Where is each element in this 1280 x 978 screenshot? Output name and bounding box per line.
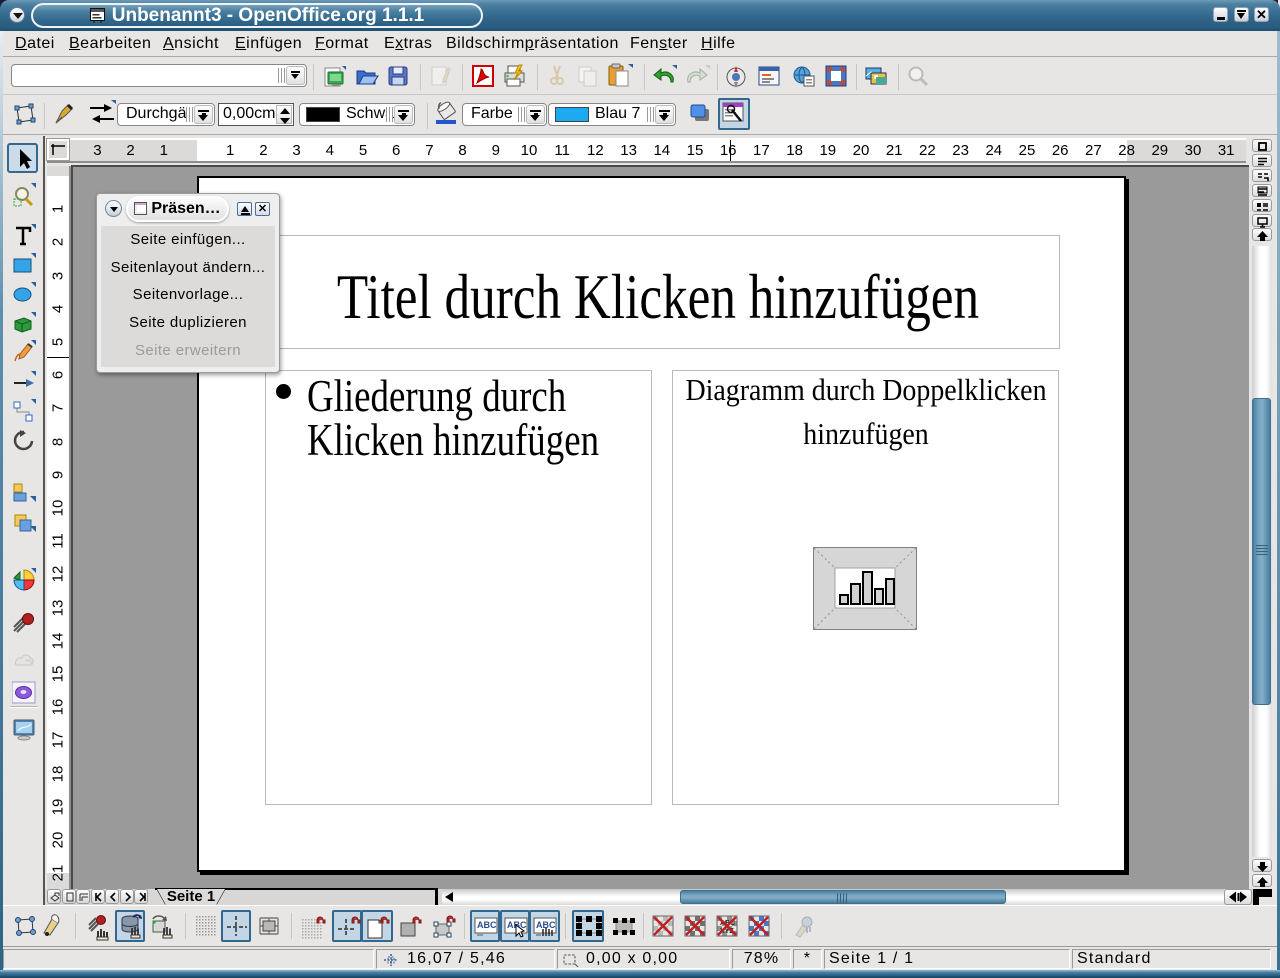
- svg-text:ABC: ABC: [477, 920, 497, 930]
